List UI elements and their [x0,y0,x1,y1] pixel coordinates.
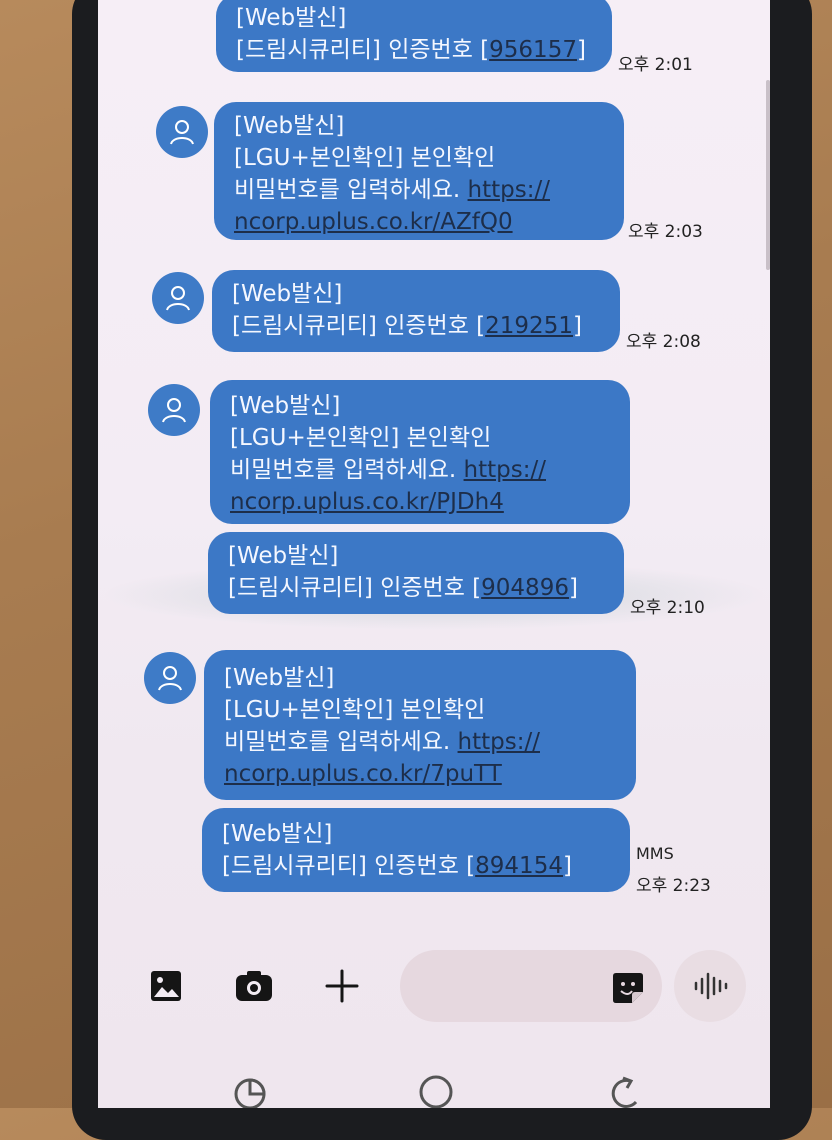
message-line: [Web발신] [236,5,347,31]
message-link[interactable]: https:// [468,177,550,203]
person-icon [162,398,186,423]
plus-icon [325,969,359,1003]
verification-code[interactable]: 894154 [475,853,563,879]
message-line: [Web발신] [228,543,339,569]
back-button[interactable] [604,1070,648,1108]
scroll-indicator[interactable] [766,80,770,270]
verification-code[interactable]: 904896 [481,575,569,601]
message-line: [LGU+본인확인] 본인확인 [230,425,492,451]
back-icon [611,1076,638,1108]
message-line: [Web발신] [232,281,343,307]
home-icon [419,1075,453,1108]
message-bubble[interactable]: [Web발신] [드림시큐리티] 인증번호 [219251] [212,270,620,352]
message-line: [LGU+본인확인] 본인확인 [234,145,496,171]
messages-screen: [Web발신] [드림시큐리티] 인증번호 [956157] 오후 2:01 [… [98,0,770,1108]
camera-button[interactable] [232,966,276,1006]
message-link[interactable]: https:// [458,729,540,755]
message-line: 비밀번호를 입력하세요. https:// [234,177,550,203]
recent-apps-button[interactable] [228,1070,272,1108]
message-line: [드림시큐리티] 인증번호 [219251] [232,313,582,339]
message-time: 오후 2:03 [628,222,703,242]
message-link[interactable]: ncorp.uplus.co.kr/7puTT [224,758,616,790]
message-bubble[interactable]: [Web발신] [LGU+본인확인] 본인확인 비밀번호를 입력하세요. htt… [210,380,630,524]
message-line: 비밀번호를 입력하세요. https:// [224,729,540,755]
gallery-icon [151,971,181,1001]
message-time: 오후 2:08 [626,332,701,352]
message-line: [Web발신] [224,665,335,691]
person-icon [166,286,190,311]
message-type-label: MMS [636,844,674,863]
sticker-icon [613,973,643,1003]
verification-code[interactable]: 219251 [485,313,573,339]
gallery-button[interactable] [146,966,186,1006]
message-line: [Web발신] [230,393,341,419]
message-bubble[interactable]: [Web발신] [드림시큐리티] 인증번호 [904896] [208,532,624,614]
message-bubble[interactable]: [Web발신] [LGU+본인확인] 본인확인 비밀번호를 입력하세요. htt… [214,102,624,240]
message-time: 오후 2:23 [636,876,711,896]
message-line: [드림시큐리티] 인증번호 [904896] [228,575,578,601]
voice-icon [694,972,728,1000]
message-link[interactable]: ncorp.uplus.co.kr/AZfQ0 [234,206,604,238]
message-line: [Web발신] [234,113,345,139]
voice-record-button[interactable] [674,950,746,1022]
sender-avatar[interactable] [144,652,196,704]
person-icon [170,120,194,145]
sticker-button[interactable] [606,966,650,1010]
message-time: 오후 2:10 [630,598,705,618]
message-link[interactable]: https:// [464,457,546,483]
message-bubble[interactable]: [Web발신] [드림시큐리티] 인증번호 [956157] [216,0,612,72]
sender-avatar[interactable] [156,106,208,158]
message-bubble[interactable]: [Web발신] [LGU+본인확인] 본인확인 비밀번호를 입력하세요. htt… [204,650,636,800]
message-line: [LGU+본인확인] 본인확인 [224,697,486,723]
message-time: 오후 2:01 [618,55,693,75]
home-button[interactable] [414,1070,458,1108]
verification-code[interactable]: 956157 [489,37,577,63]
message-line: [Web발신] [222,821,333,847]
sender-avatar[interactable] [148,384,200,436]
message-line: 비밀번호를 입력하세요. https:// [230,457,546,483]
message-bubble[interactable]: [Web발신] [드림시큐리티] 인증번호 [894154] [202,808,630,892]
message-line: [드림시큐리티] 인증번호 [956157] [236,37,586,63]
recent-apps-icon [234,1078,266,1108]
add-attachment-button[interactable] [320,964,364,1008]
camera-icon [236,971,272,1001]
sender-avatar[interactable] [152,272,204,324]
message-line: [드림시큐리티] 인증번호 [894154] [222,853,572,879]
person-icon [158,666,182,691]
message-link[interactable]: ncorp.uplus.co.kr/PJDh4 [230,486,610,518]
